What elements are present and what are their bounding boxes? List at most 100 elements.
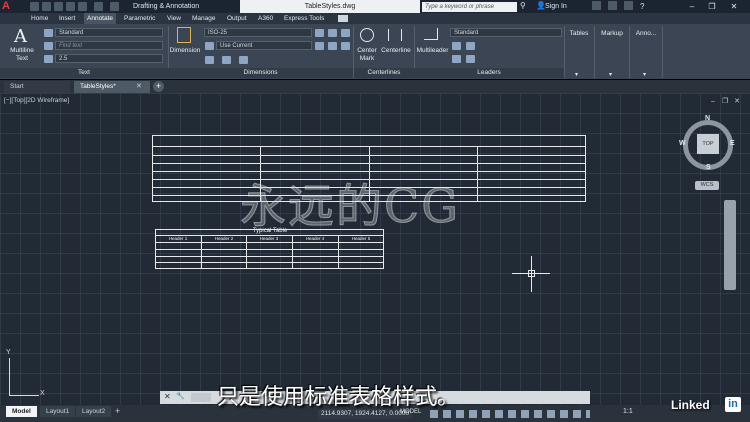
annotation-scale-button[interactable]: 1:1 (623, 408, 633, 415)
add-layout-plus-icon[interactable]: + (115, 406, 120, 416)
file-tab-close-icon[interactable]: ✕ (136, 82, 142, 90)
remove-leader-icon[interactable] (466, 42, 475, 50)
dimension-style-combo[interactable]: ISO-25 (204, 28, 312, 37)
compass-north[interactable]: N (705, 115, 710, 122)
plot-icon[interactable] (78, 2, 87, 11)
close-window-icon[interactable]: ✕ (724, 0, 744, 13)
workspace-switcher[interactable]: Drafting & Annotation (133, 1, 241, 12)
centerline-button[interactable]: Centerline (379, 47, 413, 55)
document-title: TableStyles.dwg (240, 0, 420, 13)
minimize-icon[interactable]: – (682, 0, 702, 13)
tab-express-tools[interactable]: Express Tools (281, 13, 327, 24)
annotation-scaling-panel-button[interactable]: Anno... (631, 30, 661, 38)
dimension-layer-combo[interactable]: Use Current (216, 41, 312, 50)
wcs-menu[interactable]: WCS (695, 181, 719, 190)
dim-break-icon[interactable] (315, 29, 324, 37)
dimension-button[interactable]: Dimension (168, 47, 202, 55)
search-input[interactable]: Type a keyword or phrase (422, 2, 517, 12)
tables-expand-icon[interactable]: ▾ (575, 71, 578, 78)
multileader-icon[interactable] (424, 28, 438, 40)
multiline-text-button[interactable]: Multiline Text (4, 47, 40, 63)
stay-connected-icon[interactable] (624, 1, 633, 10)
undo-icon[interactable] (94, 2, 103, 11)
command-line-close-icon[interactable]: ✕ (164, 392, 171, 401)
tab-annotate[interactable]: Annotate (84, 13, 117, 24)
help-button[interactable]: ? (640, 0, 644, 13)
layout-tab-layout2[interactable]: Layout2 (76, 406, 112, 417)
navigation-bar[interactable] (724, 200, 736, 290)
dim-space-icon[interactable] (341, 29, 350, 37)
layout-tab-model[interactable]: Model (6, 406, 37, 417)
viewport-restore-icon[interactable]: ❐ (721, 98, 729, 106)
align-leader-icon[interactable] (452, 55, 461, 63)
status-toggle-icons[interactable] (430, 410, 590, 418)
command-line-prompt-icon[interactable] (191, 393, 211, 402)
dim-adjust-icon[interactable] (328, 29, 337, 37)
leaders-panel-label[interactable]: Leaders (414, 68, 564, 78)
application-menu-button[interactable]: A (2, 0, 22, 13)
redo-icon[interactable] (110, 2, 119, 11)
tab-a360[interactable]: A360 (255, 13, 276, 24)
viewport-controls-label[interactable]: [−][Top][2D Wireframe] (4, 97, 69, 104)
search-icon[interactable]: ⚲ (520, 1, 526, 10)
multiline-text-icon[interactable]: A (14, 26, 27, 47)
multileader-button[interactable]: Multileader (415, 47, 450, 55)
text-style-combo[interactable]: Standard (55, 28, 163, 37)
table-typical-row-line (155, 256, 384, 257)
center-mark-icon[interactable] (360, 28, 374, 42)
viewport-minimize-icon[interactable]: – (709, 98, 717, 106)
anno-expand-icon[interactable]: ▾ (643, 71, 646, 78)
tab-insert[interactable]: Insert (56, 13, 78, 24)
ribbon-toggle-icon[interactable] (338, 15, 348, 22)
markup-panel-button[interactable]: Markup (596, 30, 628, 38)
viewcube-top-face[interactable]: TOP (697, 134, 719, 154)
compass-west[interactable]: W (679, 140, 686, 147)
tab-home[interactable]: Home (28, 13, 51, 24)
watermark-text: 永远的CG (240, 179, 460, 234)
autodesk-a360-icon[interactable] (608, 1, 617, 10)
exchange-icon[interactable] (592, 1, 601, 10)
save-icon[interactable] (54, 2, 63, 11)
file-tab-start[interactable]: Start (4, 81, 70, 93)
markup-expand-icon[interactable]: ▾ (609, 71, 612, 78)
centerline-icon[interactable] (388, 29, 402, 41)
open-file-icon[interactable] (42, 2, 51, 11)
find-text-input[interactable]: Find text (55, 41, 163, 50)
dim-layer-icon (205, 42, 214, 50)
video-subtitle: 只是使用标准表格样式。 (217, 385, 460, 410)
multileader-style-combo[interactable]: Standard (450, 28, 562, 37)
text-height-combo[interactable]: 2.5 (55, 54, 163, 63)
collect-leader-icon[interactable] (466, 55, 475, 63)
tab-view[interactable]: View (164, 13, 184, 24)
add-leader-icon[interactable] (452, 42, 461, 50)
sign-in-button[interactable]: Sign In (545, 1, 585, 12)
dim-update-icon[interactable] (341, 42, 350, 50)
layout-tab-layout1[interactable]: Layout1 (40, 406, 76, 417)
new-file-icon[interactable] (30, 2, 39, 11)
new-tab-plus-icon[interactable]: + (153, 81, 164, 92)
dim-tool-1-icon[interactable] (205, 56, 214, 64)
center-mark-button[interactable]: Center Mark (355, 47, 379, 63)
dim-inspect-icon[interactable] (315, 42, 324, 50)
dim-tool-3-icon[interactable] (239, 56, 248, 64)
tab-output[interactable]: Output (224, 13, 250, 24)
ucs-y-label: Y (6, 349, 11, 356)
command-line-settings-icon[interactable]: 🔧 (176, 392, 185, 400)
text-panel-label[interactable]: Text (0, 68, 168, 78)
compass-south[interactable]: S (706, 164, 711, 171)
dimension-icon[interactable] (177, 27, 191, 43)
save-as-icon[interactable] (66, 2, 75, 11)
table-header-cell: Header 3 (259, 236, 279, 241)
linkedin-logo-icon: in (725, 397, 741, 412)
dimensions-panel-label[interactable]: Dimensions (168, 68, 353, 78)
compass-east[interactable]: E (730, 140, 735, 147)
tables-panel-button[interactable]: Tables (566, 30, 592, 38)
dim-tool-2-icon[interactable] (222, 56, 231, 64)
ucs-x-label: X (40, 390, 45, 397)
panel-divider (662, 26, 663, 78)
tab-parametric[interactable]: Parametric (121, 13, 158, 24)
dim-jog-icon[interactable] (328, 42, 337, 50)
viewport-close-icon[interactable]: ✕ (733, 98, 741, 106)
tab-manage[interactable]: Manage (189, 13, 219, 24)
restore-icon[interactable]: ❐ (702, 0, 722, 13)
